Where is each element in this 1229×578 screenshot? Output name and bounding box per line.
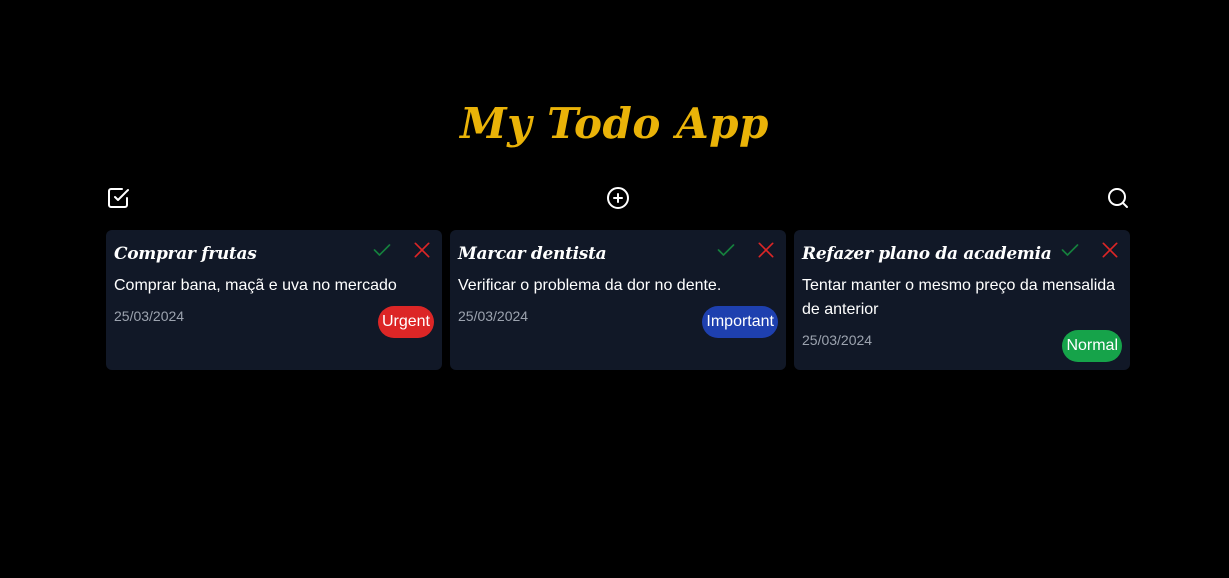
complete-todo-button[interactable]	[716, 240, 736, 260]
check-icon	[716, 240, 736, 260]
todo-date: 25/03/2024	[458, 308, 529, 324]
delete-todo-button[interactable]	[412, 240, 432, 260]
todo-title: Comprar frutas	[114, 244, 257, 264]
close-icon	[412, 240, 432, 260]
todo-description: Tentar manter o mesmo preço da mensalida…	[802, 277, 1116, 318]
search-button[interactable]	[1106, 186, 1130, 210]
toolbar	[106, 186, 1130, 210]
priority-badge: Normal	[1062, 330, 1122, 362]
delete-todo-button[interactable]	[756, 240, 776, 260]
todo-card: Comprar frutas Comprar bana, maçã e uva …	[106, 230, 442, 370]
plus-circle-icon	[606, 186, 630, 210]
todo-list: Comprar frutas Comprar bana, maçã e uva …	[106, 230, 1130, 370]
completed-filter-button[interactable]	[106, 186, 130, 210]
close-icon	[1100, 240, 1120, 260]
complete-todo-button[interactable]	[1060, 240, 1080, 260]
check-square-icon	[106, 186, 130, 210]
todo-title: Refazer plano da academia	[802, 244, 1052, 264]
check-icon	[1060, 240, 1080, 260]
todo-card: Refazer plano da academia Tentar manter …	[794, 230, 1130, 370]
delete-todo-button[interactable]	[1100, 240, 1120, 260]
app-title: My Todo App	[460, 99, 769, 148]
add-todo-button[interactable]	[606, 186, 630, 210]
check-icon	[372, 240, 392, 260]
todo-title: Marcar dentista	[458, 244, 607, 264]
todo-date: 25/03/2024	[802, 332, 873, 348]
todo-card: Marcar dentista Verificar o problema da …	[450, 230, 786, 370]
complete-todo-button[interactable]	[372, 240, 392, 260]
todo-date: 25/03/2024	[114, 308, 185, 324]
priority-badge: Important	[702, 306, 778, 338]
priority-badge: Urgent	[377, 306, 434, 338]
todo-description: Verificar o problema da dor no dente.	[458, 277, 722, 294]
close-icon	[756, 240, 776, 260]
search-icon	[1106, 186, 1130, 210]
todo-description: Comprar bana, maçã e uva no mercado	[114, 277, 397, 294]
